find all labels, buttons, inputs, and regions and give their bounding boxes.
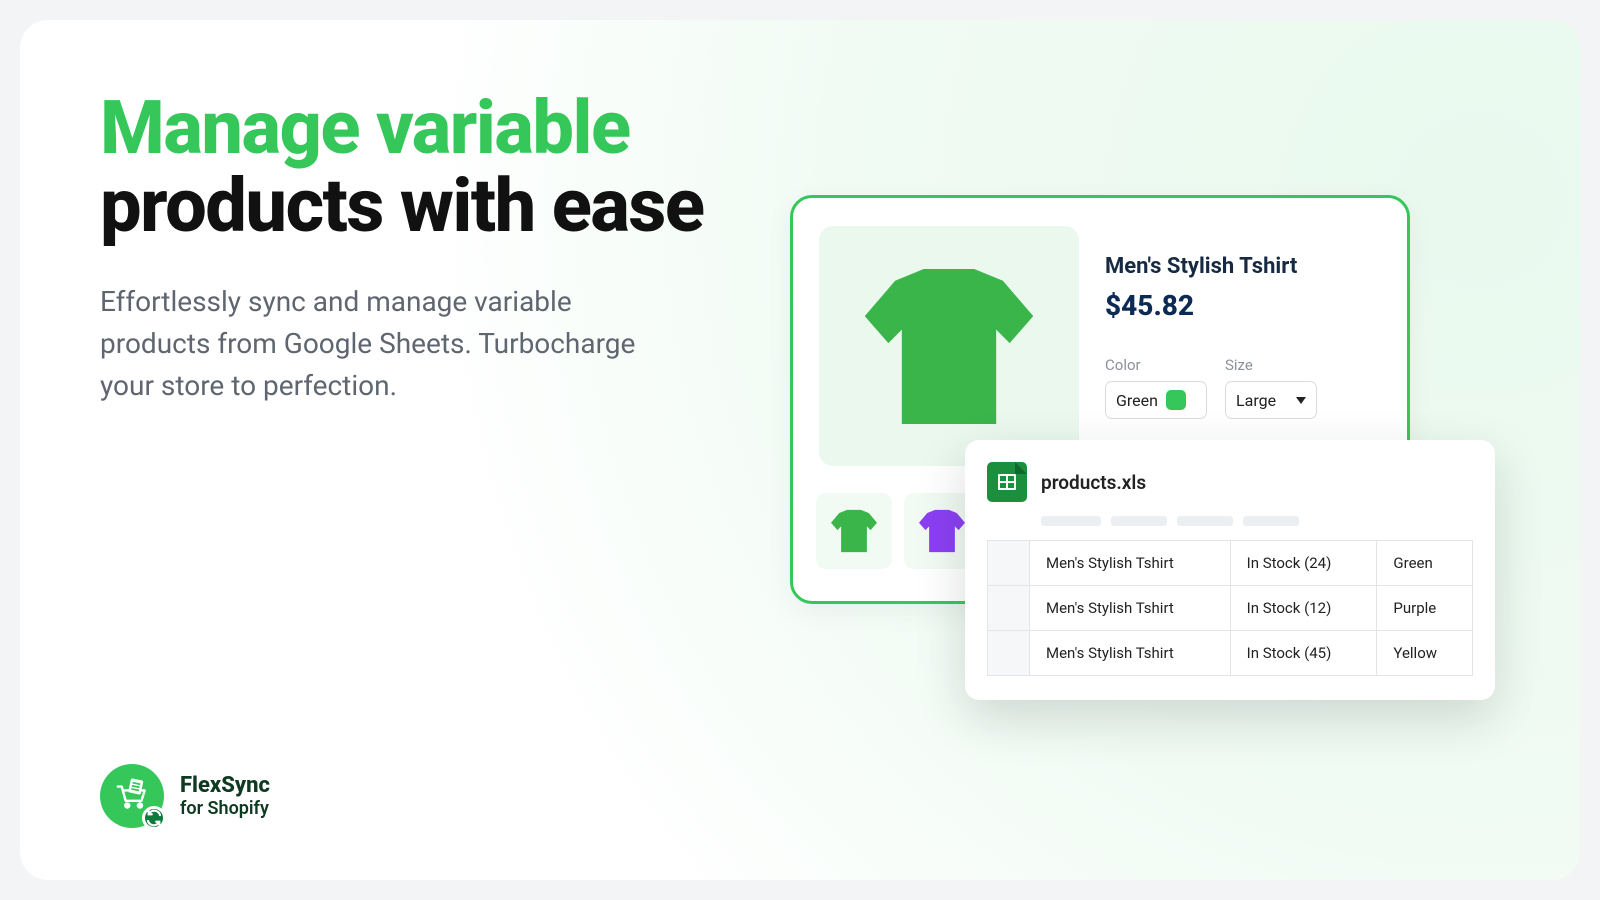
table-row: Men's Stylish Tshirt In Stock (45) Yello… xyxy=(988,631,1473,676)
tshirt-icon xyxy=(919,509,965,553)
product-options: Color Green Size Large xyxy=(1105,356,1381,419)
row-header xyxy=(988,586,1030,631)
cell-stock: In Stock (45) xyxy=(1230,631,1377,676)
spreadsheet-card: products.xls Men's Stylish Tshirt In Sto… xyxy=(965,440,1495,700)
tshirt-icon xyxy=(864,269,1034,424)
table-row: Men's Stylish Tshirt In Stock (12) Purpl… xyxy=(988,586,1473,631)
product-details: Men's Stylish Tshirt $45.82 Color Green … xyxy=(1105,226,1381,466)
row-header xyxy=(988,541,1030,586)
table-row: Men's Stylish Tshirt In Stock (24) Green xyxy=(988,541,1473,586)
skel xyxy=(1111,516,1167,526)
row-header xyxy=(988,631,1030,676)
size-value: Large xyxy=(1236,391,1276,410)
cell-name: Men's Stylish Tshirt xyxy=(1030,586,1231,631)
skel xyxy=(1041,516,1101,526)
sheets-icon xyxy=(987,462,1027,502)
skel xyxy=(1177,516,1233,526)
cell-stock: In Stock (24) xyxy=(1230,541,1377,586)
color-label: Color xyxy=(1105,356,1207,374)
sheet-tabs-skeleton xyxy=(1041,516,1473,526)
spreadsheet-filename: products.xls xyxy=(1041,471,1146,494)
size-label: Size xyxy=(1225,356,1317,374)
option-color: Color Green xyxy=(1105,356,1207,419)
content: Manage variable products with ease Effor… xyxy=(20,20,1580,880)
product-name: Men's Stylish Tshirt xyxy=(1105,254,1381,279)
color-select[interactable]: Green xyxy=(1105,381,1207,419)
brand-icon xyxy=(100,764,164,828)
tshirt-icon xyxy=(831,509,877,553)
headline-sub: Effortlessly sync and manage variable pr… xyxy=(100,281,670,407)
product-price: $45.82 xyxy=(1105,289,1381,322)
promo-card: Manage variable products with ease Effor… xyxy=(20,20,1580,880)
cell-name: Men's Stylish Tshirt xyxy=(1030,631,1231,676)
spreadsheet-header: products.xls xyxy=(987,462,1473,502)
headline-title: Manage variable products with ease xyxy=(100,90,800,245)
brand-name: FlexSync xyxy=(180,773,270,798)
color-value: Green xyxy=(1116,391,1158,410)
brand-sub: for Shopify xyxy=(180,798,270,819)
cell-color: Purple xyxy=(1377,586,1473,631)
headline: Manage variable products with ease Effor… xyxy=(100,90,800,407)
cell-stock: In Stock (12) xyxy=(1230,586,1377,631)
thumb-1[interactable] xyxy=(816,493,892,569)
brand: FlexSync for Shopify xyxy=(100,764,270,828)
color-swatch xyxy=(1166,390,1186,410)
cell-color: Green xyxy=(1377,541,1473,586)
skel xyxy=(1243,516,1299,526)
spreadsheet-table: Men's Stylish Tshirt In Stock (24) Green… xyxy=(987,540,1473,676)
chevron-down-icon xyxy=(1296,397,1306,404)
headline-accent: Manage variable xyxy=(100,90,800,168)
product-thumbs xyxy=(816,493,980,569)
sync-badge-icon xyxy=(142,806,166,830)
product-hero xyxy=(819,226,1079,466)
size-select[interactable]: Large xyxy=(1225,381,1317,419)
mockup: Men's Stylish Tshirt $45.82 Color Green … xyxy=(790,195,1500,604)
option-size: Size Large xyxy=(1225,356,1317,419)
headline-rest: products with ease xyxy=(100,163,704,250)
cell-name: Men's Stylish Tshirt xyxy=(1030,541,1231,586)
cell-color: Yellow xyxy=(1377,631,1473,676)
brand-text: FlexSync for Shopify xyxy=(180,773,270,819)
